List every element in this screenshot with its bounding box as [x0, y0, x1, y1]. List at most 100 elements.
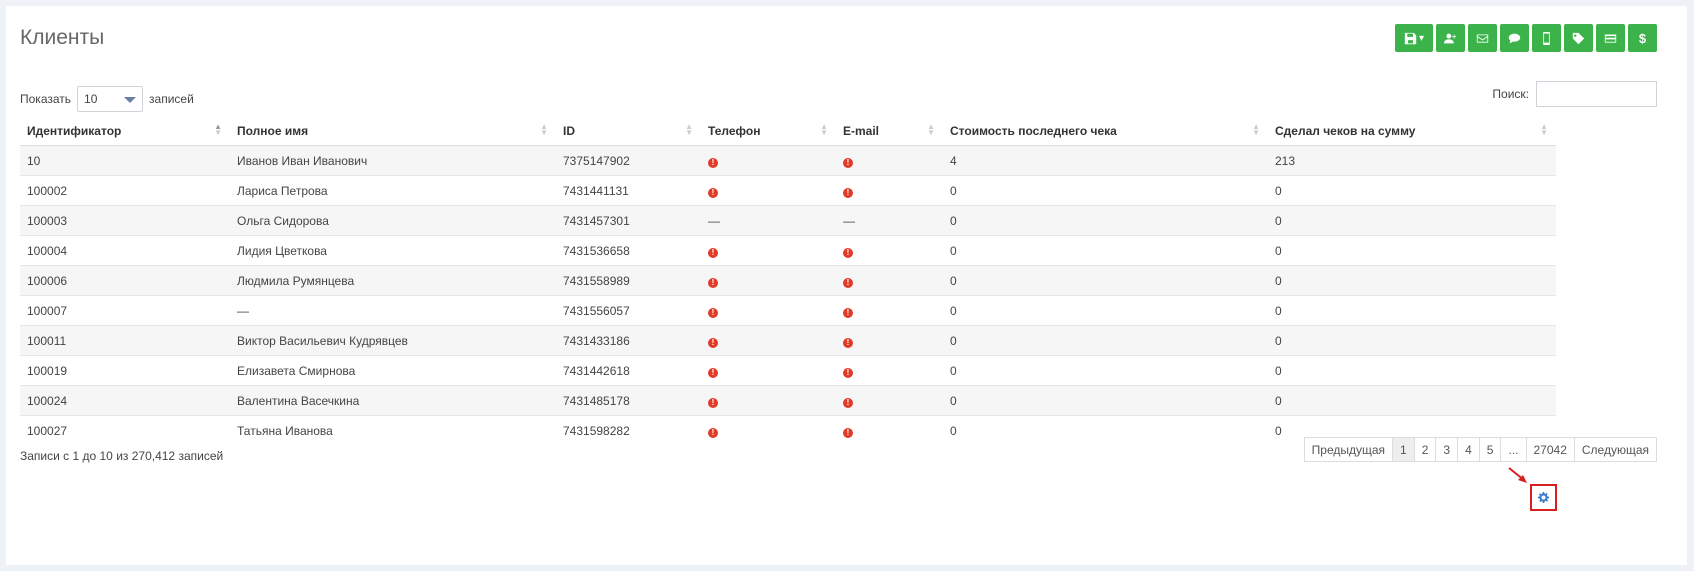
header-label: Телефон — [708, 123, 761, 138]
sort-icon: ▲ ▼ — [540, 122, 548, 137]
length-label-before: Показать — [20, 92, 72, 106]
pagination-page-button[interactable]: 4 — [1457, 437, 1480, 462]
settings-button[interactable] — [1530, 484, 1557, 511]
cell-total-sum: 0 — [1268, 175, 1556, 206]
header-label: Полное имя — [237, 123, 309, 138]
sort-icon: ▲ ▼ — [820, 122, 828, 137]
cell-full-name: Валентина Васечкина — [230, 385, 556, 416]
cell-email: — — [836, 205, 943, 236]
mobile-button[interactable] — [1532, 24, 1561, 52]
cell-id: 7431442618 — [556, 355, 701, 386]
header-label: Идентификатор — [27, 123, 122, 138]
comment-icon — [1508, 33, 1521, 43]
cell-email: ! — [836, 355, 943, 386]
pagination-ellipsis: ... — [1500, 437, 1527, 462]
cell-phone: ! — [701, 295, 836, 326]
tag-button[interactable] — [1564, 24, 1593, 52]
table-header-col-last-check[interactable]: Стоимость последнего чека ▲ ▼ — [943, 116, 1268, 146]
cell-email: ! — [836, 145, 943, 176]
table-header-col-full-name[interactable]: Полное имя ▲ ▼ — [230, 116, 556, 146]
cell-id: 7431441131 — [556, 175, 701, 206]
table-row[interactable]: 100003 Ольга Сидорова 7431457301— —0 0 — [20, 205, 1556, 236]
header-label: Сделал чеков на сумму — [1275, 123, 1416, 138]
table-header-col-id[interactable]: ID ▲ ▼ — [556, 116, 701, 146]
warning-icon: ! — [843, 397, 853, 408]
sort-icon: ▲ ▼ — [1252, 122, 1260, 137]
warning-icon: ! — [708, 157, 718, 168]
credit-card-icon — [1604, 33, 1617, 43]
warning-icon: ! — [843, 247, 853, 258]
page-length-value: 10 — [84, 92, 98, 106]
gear-icon — [1538, 492, 1549, 503]
cell-email: ! — [836, 235, 943, 266]
search-input[interactable] — [1536, 81, 1657, 107]
table-row[interactable]: 10 Иванов Иван Иванович 7375147902!! 4 213 — [20, 145, 1556, 176]
cell-identifier: 100002 — [20, 175, 230, 206]
email-button[interactable] — [1468, 24, 1497, 52]
header-label: ID — [563, 123, 575, 138]
save-dropdown-button[interactable]: ▾ — [1395, 24, 1433, 52]
table-row[interactable]: 100019 Елизавета Смирнова 7431442618!! 0 0 — [20, 355, 1556, 386]
cell-full-name: Татьяна Иванова — [230, 415, 556, 445]
cell-full-name: Ольга Сидорова — [230, 205, 556, 236]
cell-phone: ! — [701, 175, 836, 206]
pagination-page-button[interactable]: 2 — [1413, 437, 1437, 462]
pagination-page-button[interactable]: 27042 — [1525, 437, 1575, 462]
cell-full-name: — — [230, 295, 556, 326]
red-arrow-annotation — [1508, 467, 1527, 483]
table-row[interactable]: 100006 Людмила Румянцева 7431558989!! 0 0 — [20, 265, 1556, 296]
table-row[interactable]: 100007—7431556057!! 0 0 — [20, 295, 1556, 326]
table-row[interactable]: 100002 Лариса Петрова 7431441131!! 0 0 — [20, 175, 1556, 206]
cell-phone: ! — [701, 265, 836, 296]
cell-total-sum: 0 — [1268, 235, 1556, 266]
cell-total-sum: 0 — [1268, 385, 1556, 416]
pagination-page-button[interactable]: 3 — [1435, 437, 1459, 462]
warning-icon: ! — [708, 397, 718, 408]
sort-icon: ▲ ▼ — [927, 122, 935, 137]
card-button[interactable] — [1596, 24, 1625, 52]
cell-email: ! — [836, 325, 943, 356]
chevron-down-icon: ▾ — [1418, 32, 1425, 44]
cell-last-check: 0 — [943, 385, 1268, 416]
warning-icon: ! — [843, 277, 853, 288]
pagination-page-button[interactable]: 5 — [1478, 437, 1502, 462]
sort-icon: ▲ ▼ — [214, 122, 222, 137]
table-header-col-email[interactable]: E-mail ▲ ▼ — [836, 116, 943, 146]
user-plus-icon — [1444, 33, 1457, 43]
cell-full-name: Лариса Петрова — [230, 175, 556, 206]
table-row[interactable]: 100004 Лидия Цветкова 7431536658!! 0 0 — [20, 235, 1556, 266]
cell-identifier: 100011 — [20, 325, 230, 356]
tag-icon — [1572, 32, 1585, 44]
warning-icon: ! — [708, 247, 718, 258]
cell-phone: ! — [701, 235, 836, 266]
cell-email: ! — [836, 175, 943, 206]
add-user-button[interactable] — [1436, 24, 1465, 52]
header-label: E-mail — [843, 123, 880, 138]
pagination-next-button[interactable]: Следующая — [1573, 437, 1657, 462]
cell-phone: ! — [701, 385, 836, 416]
cell-total-sum: 0 — [1268, 295, 1556, 326]
warning-icon: ! — [708, 307, 718, 318]
page-length-select[interactable]: 10 — [77, 86, 144, 112]
warning-icon: ! — [843, 307, 853, 318]
pagination-prev-button[interactable]: Предыдущая — [1303, 437, 1394, 462]
cell-phone: ! — [701, 145, 836, 176]
cell-id: 7431558989 — [556, 265, 701, 296]
cell-last-check: 0 — [943, 355, 1268, 386]
table-header-col-identifier[interactable]: Идентификатор ▲ ▼ — [20, 116, 230, 146]
table-header-col-total-sum[interactable]: Сделал чеков на сумму ▲ ▼ — [1268, 116, 1556, 146]
warning-icon: ! — [843, 427, 853, 438]
cell-email: ! — [836, 415, 943, 445]
sms-button[interactable] — [1500, 24, 1529, 52]
cell-phone: ! — [701, 415, 836, 445]
cell-identifier: 100024 — [20, 385, 230, 416]
cell-id: 7375147902 — [556, 145, 701, 176]
pagination-page-button[interactable]: 1 — [1392, 437, 1415, 462]
table-row[interactable]: 100024 Валентина Васечкина 7431485178!! 0 0 — [20, 385, 1556, 416]
chevron-down-icon — [124, 97, 137, 103]
money-button[interactable]: $ — [1628, 24, 1657, 52]
cell-full-name: Людмила Румянцева — [230, 265, 556, 296]
table-row[interactable]: 100011 Виктор Васильевич Кудрявцев 7431433… — [20, 325, 1556, 356]
table-header-col-phone[interactable]: Телефон ▲ ▼ — [701, 116, 836, 146]
cell-identifier: 100004 — [20, 235, 230, 266]
